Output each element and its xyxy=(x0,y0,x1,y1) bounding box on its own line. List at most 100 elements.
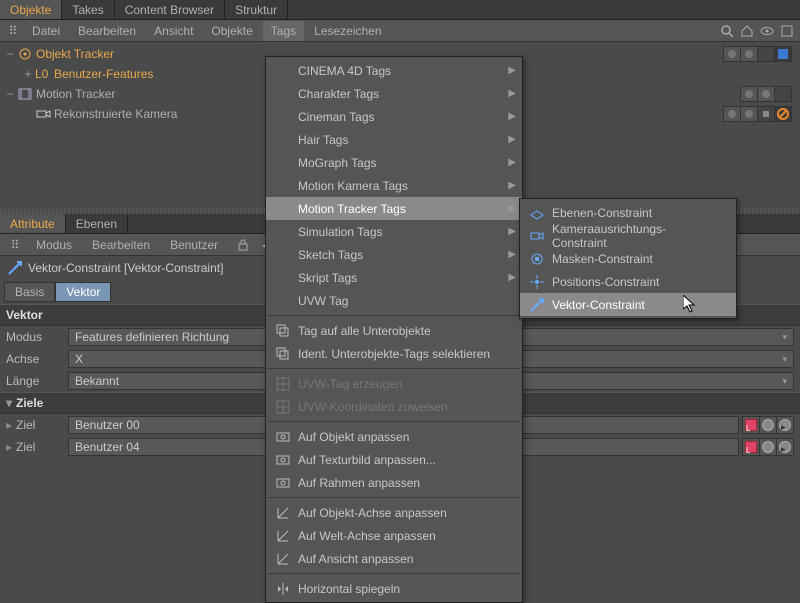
menu-item[interactable]: Auf Texturbild anpassen... xyxy=(266,448,522,471)
object-manager-tabs: Objekte Takes Content Browser Struktur xyxy=(0,0,800,20)
expand-toggle[interactable]: − xyxy=(4,47,16,61)
layers-icon: L0 xyxy=(34,66,52,82)
mode-basis[interactable]: Basis xyxy=(4,282,55,302)
layer-slot[interactable] xyxy=(774,86,792,102)
film-icon xyxy=(16,86,34,102)
menu-item[interactable]: Motion Tracker Tags▶ xyxy=(266,197,522,220)
layer-slot[interactable] xyxy=(757,106,775,122)
visibility-toggle[interactable] xyxy=(757,86,775,102)
grip-icon: ⠿ xyxy=(7,237,23,253)
chevron-right-icon: ▶ xyxy=(508,134,516,145)
visibility-toggle[interactable] xyxy=(723,46,741,62)
chevron-right-icon: ▶ xyxy=(508,88,516,99)
attr-menu-benutzer[interactable]: Benutzer xyxy=(162,235,226,255)
chevron-right-icon[interactable]: ▸ xyxy=(6,418,16,432)
menu-item[interactable]: Sketch Tags▶ xyxy=(266,243,522,266)
mode-vektor[interactable]: Vektor xyxy=(55,282,111,302)
submenu-item[interactable]: Kameraausrichtungs-Constraint xyxy=(520,224,736,247)
tags-context-menu: CINEMA 4D Tags▶ Charakter Tags▶ Cineman … xyxy=(265,56,523,603)
home-icon[interactable] xyxy=(739,23,755,39)
visibility-toggle[interactable] xyxy=(740,86,758,102)
link-target-button[interactable] xyxy=(742,438,760,456)
submenu-item[interactable]: Positions-Constraint xyxy=(520,270,736,293)
menu-item[interactable]: Auf Objekt anpassen xyxy=(266,425,522,448)
expand-toggle[interactable]: + xyxy=(22,67,34,81)
pos-icon xyxy=(526,274,548,290)
tag-icon[interactable] xyxy=(774,46,792,62)
tab-objekte[interactable]: Objekte xyxy=(0,0,62,19)
menu-item[interactable]: Motion Kamera Tags▶ xyxy=(266,174,522,197)
axis-icon xyxy=(272,505,294,521)
camera-icon xyxy=(34,106,52,122)
vec-icon xyxy=(526,297,548,313)
grip-icon: ⠿ xyxy=(5,23,21,39)
flip-icon xyxy=(272,581,294,597)
eye-icon[interactable] xyxy=(759,23,775,39)
submenu-item[interactable]: Masken-Constraint xyxy=(520,247,736,270)
grid-icon xyxy=(272,376,294,392)
copy-icon xyxy=(272,323,294,339)
menu-ansicht[interactable]: Ansicht xyxy=(146,21,201,41)
visibility-toggle[interactable] xyxy=(723,106,741,122)
visibility-toggle[interactable] xyxy=(740,106,758,122)
disable-icon[interactable] xyxy=(774,106,792,122)
object-manager-menubar: ⠿ Datei Bearbeiten Ansicht Objekte Tags … xyxy=(0,20,800,42)
menu-item[interactable]: Auf Rahmen anpassen xyxy=(266,471,522,494)
axis-icon xyxy=(272,551,294,567)
vector-constraint-icon xyxy=(7,260,23,276)
attribute-title: Vektor-Constraint [Vektor-Constraint] xyxy=(24,261,223,275)
fit-icon xyxy=(272,452,294,468)
menu-item[interactable]: Horizontal spiegeln xyxy=(266,577,522,600)
menu-objekte[interactable]: Objekte xyxy=(203,21,260,41)
layer-slot[interactable] xyxy=(757,46,775,62)
menu-item[interactable]: UVW Tag xyxy=(266,289,522,312)
expand-toggle[interactable]: − xyxy=(4,87,16,101)
search-icon[interactable] xyxy=(719,23,735,39)
menu-item[interactable]: Cineman Tags▶ xyxy=(266,105,522,128)
maximize-icon[interactable] xyxy=(779,23,795,39)
goto-button[interactable] xyxy=(776,438,794,456)
tab-struktur[interactable]: Struktur xyxy=(225,0,288,19)
menu-item[interactable]: Auf Welt-Achse anpassen xyxy=(266,524,522,547)
chevron-right-icon: ▶ xyxy=(508,272,516,283)
menu-item[interactable]: Ident. Unterobjekte-Tags selektieren xyxy=(266,342,522,365)
menu-item[interactable]: Simulation Tags▶ xyxy=(266,220,522,243)
menu-item[interactable]: MoGraph Tags▶ xyxy=(266,151,522,174)
menu-item[interactable]: Auf Ansicht anpassen xyxy=(266,547,522,570)
tab-attribute[interactable]: Attribute xyxy=(0,214,66,233)
chevron-right-icon: ▶ xyxy=(508,65,516,76)
tab-takes[interactable]: Takes xyxy=(62,0,114,19)
menu-item: UVW-Koordinaten zuweisen xyxy=(266,395,522,418)
pick-button[interactable] xyxy=(759,416,777,434)
chevron-right-icon[interactable]: ▸ xyxy=(6,440,16,454)
pick-button[interactable] xyxy=(759,438,777,456)
copy-icon xyxy=(272,346,294,362)
menu-item[interactable]: Auf Objekt-Achse anpassen xyxy=(266,501,522,524)
lock-icon[interactable] xyxy=(235,237,251,253)
attr-menu-modus[interactable]: Modus xyxy=(28,235,80,255)
goto-button[interactable] xyxy=(776,416,794,434)
link-target-button[interactable] xyxy=(742,416,760,434)
menu-item[interactable]: Tag auf alle Unterobjekte xyxy=(266,319,522,342)
mask-icon xyxy=(526,251,548,267)
visibility-toggle[interactable] xyxy=(740,46,758,62)
menu-bearbeiten[interactable]: Bearbeiten xyxy=(70,21,144,41)
menu-item[interactable]: CINEMA 4D Tags▶ xyxy=(266,59,522,82)
menu-item[interactable]: Charakter Tags▶ xyxy=(266,82,522,105)
submenu-item[interactable]: Vektor-Constraint xyxy=(520,293,736,316)
menu-tags[interactable]: Tags xyxy=(263,21,304,41)
chevron-right-icon: ▶ xyxy=(508,249,516,260)
plane-icon xyxy=(526,205,548,221)
menu-datei[interactable]: Datei xyxy=(24,21,68,41)
chevron-right-icon: ▶ xyxy=(508,226,516,237)
menu-item[interactable]: Hair Tags▶ xyxy=(266,128,522,151)
menu-item[interactable]: Skript Tags▶ xyxy=(266,266,522,289)
menu-lesezeichen[interactable]: Lesezeichen xyxy=(306,21,389,41)
attr-menu-bearbeiten[interactable]: Bearbeiten xyxy=(84,235,158,255)
chevron-right-icon: ▶ xyxy=(508,111,516,122)
grid-icon xyxy=(272,399,294,415)
chevron-right-icon: ▶ xyxy=(508,180,516,191)
tab-ebenen[interactable]: Ebenen xyxy=(66,214,128,233)
tab-content-browser[interactable]: Content Browser xyxy=(115,0,225,19)
fit-icon xyxy=(272,429,294,445)
